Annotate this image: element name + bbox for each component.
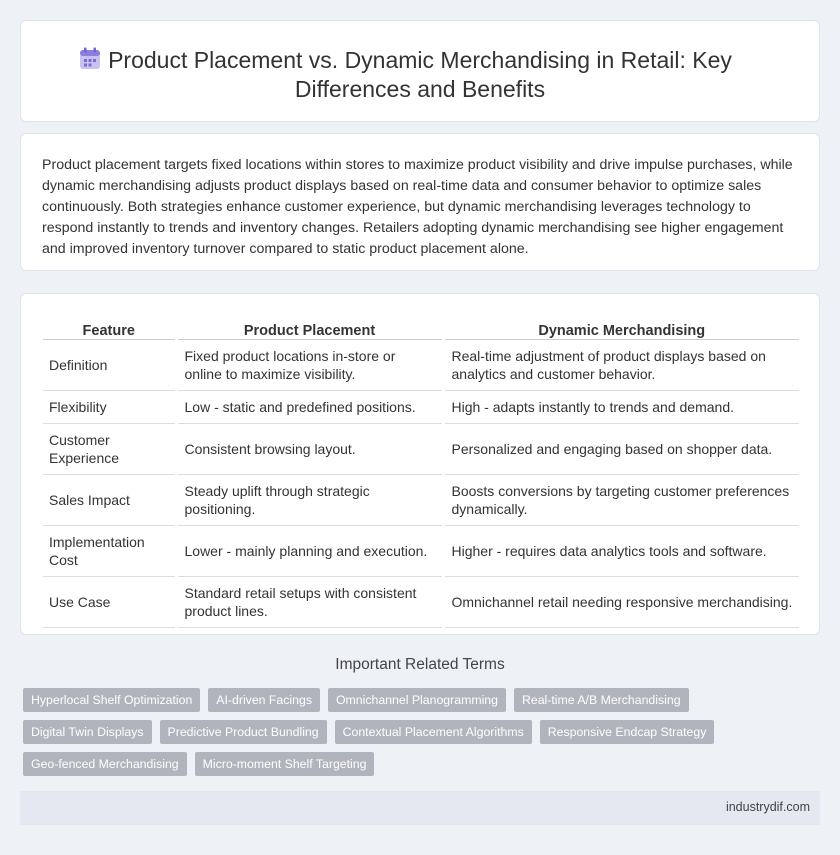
table-cell: Lower - mainly planning and execution.	[174, 525, 443, 577]
footer-site-link[interactable]: industrydif.com	[726, 800, 810, 814]
header: Product Placement vs. Dynamic Merchandis…	[21, 46, 819, 104]
table-cell: Sales Impact	[43, 474, 176, 526]
intro-card: Product placement targets fixed location…	[20, 133, 820, 271]
intro-paragraph: Product placement targets fixed location…	[42, 157, 793, 257]
related-term-tag[interactable]: Responsive Endcap Strategy	[539, 720, 715, 744]
related-term-tag[interactable]: Predictive Product Bundling	[159, 720, 327, 744]
column-header: Feature	[43, 314, 176, 340]
table-row: Definition Fixed product locations in-st…	[43, 339, 799, 391]
table-cell: Flexibility	[43, 390, 176, 424]
related-term-tag[interactable]: Real-time A/B Merchandising	[513, 688, 689, 712]
related-term-tag[interactable]: Micro-moment Shelf Targeting	[194, 752, 375, 776]
table-cell: Customer Experience	[43, 423, 176, 475]
table-cell: Fixed product locations in-store or onli…	[174, 339, 443, 391]
table-cell: Real-time adjustment of product displays…	[441, 339, 799, 391]
footer: industrydif.com	[20, 791, 820, 825]
comparison-card: Feature Product Placement Dynamic Mercha…	[20, 293, 820, 635]
related-term-tag[interactable]: Contextual Placement Algorithms	[334, 720, 532, 744]
table-cell: Boosts conversions by targeting customer…	[441, 474, 799, 526]
table-cell: Definition	[43, 339, 176, 391]
table-row: Implementation Cost Lower - mainly plann…	[43, 525, 799, 577]
table-cell: Implementation Cost	[43, 525, 176, 577]
table-cell: Use Case	[43, 576, 176, 628]
page-title: Product Placement vs. Dynamic Merchandis…	[108, 47, 732, 102]
related-term-tag[interactable]: Digital Twin Displays	[23, 720, 152, 744]
table-row: Use Case Standard retail setups with con…	[43, 576, 799, 628]
related-term-tag[interactable]: AI-driven Facings	[208, 688, 320, 712]
table-row: Customer Experience Consistent browsing …	[43, 423, 799, 475]
table-cell: High - adapts instantly to trends and de…	[441, 390, 799, 424]
table-cell: Standard retail setups with consistent p…	[174, 576, 443, 628]
table-cell: Steady uplift through strategic position…	[174, 474, 443, 526]
related-term-tag[interactable]: Geo-fenced Merchandising	[23, 752, 187, 776]
table-header-row: Feature Product Placement Dynamic Mercha…	[43, 314, 799, 340]
column-header: Product Placement	[174, 314, 443, 340]
column-header: Dynamic Merchandising	[441, 314, 799, 340]
comparison-table: Feature Product Placement Dynamic Mercha…	[43, 314, 799, 628]
table-row: Sales Impact Steady uplift through strat…	[43, 474, 799, 526]
table-row: Flexibility Low - static and predefined …	[43, 390, 799, 424]
header-card: Product Placement vs. Dynamic Merchandis…	[20, 20, 820, 122]
table-cell: Low - static and predefined positions.	[174, 390, 443, 424]
table-cell: Higher - requires data analytics tools a…	[441, 525, 799, 577]
calendar-icon	[80, 47, 100, 69]
related-term-tag[interactable]: Omnichannel Planogramming	[327, 688, 506, 712]
table-cell: Personalized and engaging based on shopp…	[441, 423, 799, 475]
table-cell: Consistent browsing layout.	[174, 423, 443, 475]
related-terms-list: Hyperlocal Shelf Optimization AI-driven …	[23, 688, 813, 776]
table-cell: Omnichannel retail needing responsive me…	[441, 576, 799, 628]
related-term-tag[interactable]: Hyperlocal Shelf Optimization	[23, 688, 201, 712]
related-terms-heading: Important Related Terms	[335, 656, 505, 673]
